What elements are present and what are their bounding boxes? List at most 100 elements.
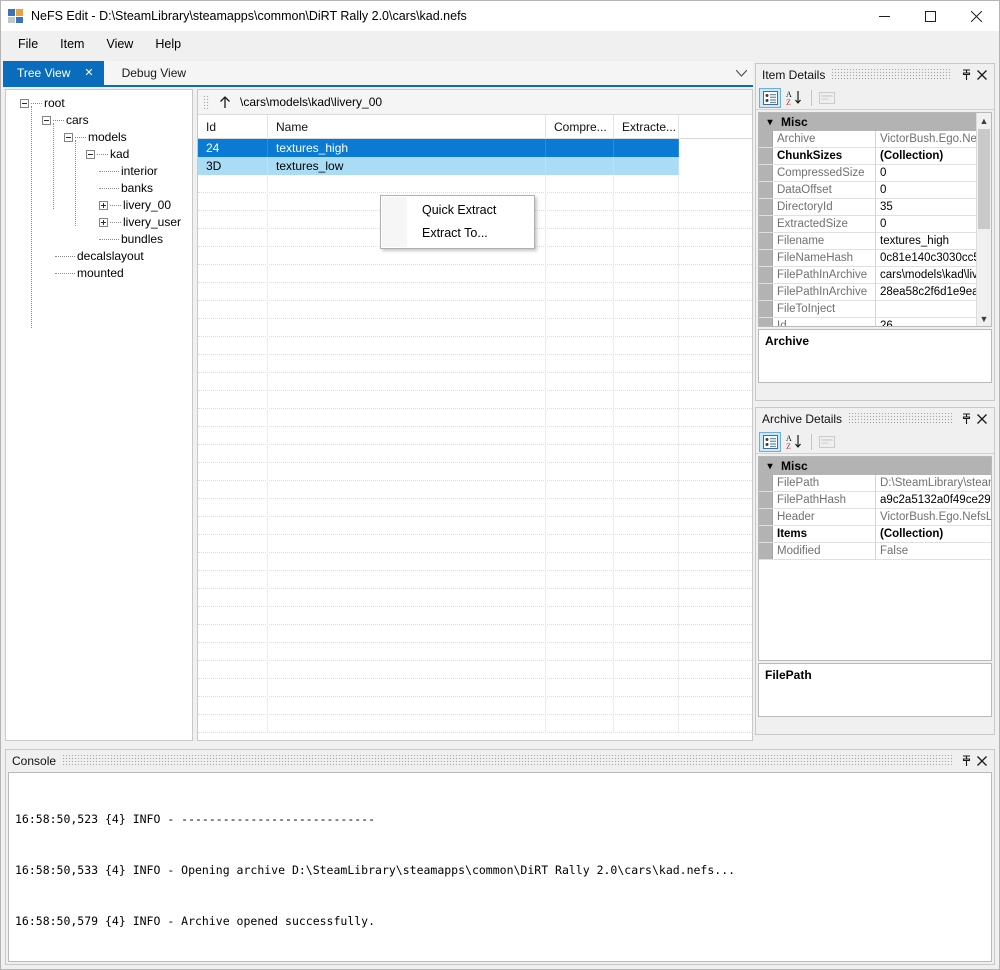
menu-view[interactable]: View — [95, 32, 144, 56]
collapse-box-icon[interactable] — [64, 133, 73, 142]
property-value[interactable]: VictorBush.Ego.NefsLib — [876, 509, 991, 525]
tab-close-icon[interactable]: ✕ — [84, 67, 93, 79]
table-row-empty[interactable] — [198, 553, 752, 571]
alphabetical-sort-button[interactable]: A Z — [783, 88, 805, 108]
table-row-empty[interactable] — [198, 535, 752, 553]
table-row-empty[interactable] — [198, 499, 752, 517]
table-row-empty[interactable] — [198, 571, 752, 589]
categorized-view-button[interactable] — [759, 431, 781, 452]
tree-view-panel[interactable]: root cars models kad interior banks live… — [5, 89, 193, 741]
property-value[interactable]: 0c81e140c3030cc5 — [876, 250, 991, 266]
table-row-empty[interactable] — [198, 445, 752, 463]
table-row-empty[interactable] — [198, 175, 752, 193]
menu-help[interactable]: Help — [144, 32, 192, 56]
pin-icon[interactable] — [958, 410, 974, 428]
table-row-empty[interactable] — [198, 625, 752, 643]
close-icon[interactable] — [974, 66, 990, 84]
menu-item[interactable]: Item — [49, 32, 95, 56]
scroll-down-icon[interactable]: ▼ — [977, 311, 991, 326]
property-row[interactable]: Filename textures_high — [759, 233, 991, 250]
property-row[interactable]: Items (Collection) — [759, 526, 991, 543]
property-category-misc[interactable]: ▾ Misc — [759, 113, 991, 131]
table-row-empty[interactable] — [198, 589, 752, 607]
property-row[interactable]: FilePathInArchive 28ea58c2f6d1e9ea — [759, 284, 991, 301]
tree-node-mounted[interactable]: mounted — [6, 265, 192, 282]
item-details-property-grid[interactable]: ▾ Misc Archive VictorBush.Ego.Nef ChunkS… — [758, 112, 992, 327]
chevron-down-icon[interactable] — [736, 61, 747, 85]
collapse-box-icon[interactable] — [42, 116, 51, 125]
property-row[interactable]: FileNameHash 0c81e140c3030cc5 — [759, 250, 991, 267]
pin-icon[interactable] — [958, 752, 974, 770]
tree-node-root[interactable]: root — [6, 95, 192, 112]
collapse-box-icon[interactable] — [20, 99, 29, 108]
table-row-empty[interactable] — [198, 607, 752, 625]
property-value[interactable]: a9c2a5132a0f49ce290 — [876, 492, 991, 508]
tree-node-interior[interactable]: interior — [6, 163, 192, 180]
property-row[interactable]: FilePathInArchive cars\models\kad\liv — [759, 267, 991, 284]
table-row-empty[interactable] — [198, 481, 752, 499]
property-row[interactable]: ChunkSizes (Collection) — [759, 148, 991, 165]
table-row-empty[interactable] — [198, 283, 752, 301]
close-icon[interactable] — [974, 410, 990, 428]
property-row[interactable]: CompressedSize 0 — [759, 165, 991, 182]
property-row[interactable]: Id 26 — [759, 318, 991, 326]
property-value[interactable]: 26 — [876, 318, 991, 326]
property-value[interactable]: 0 — [876, 165, 991, 181]
panel-grip[interactable] — [62, 755, 952, 767]
table-row-empty[interactable] — [198, 355, 752, 373]
property-value[interactable]: cars\models\kad\liv — [876, 267, 991, 283]
property-grid-scrollbar[interactable]: ▲ ▼ — [976, 113, 991, 326]
property-value[interactable]: 0 — [876, 182, 991, 198]
property-value[interactable]: (Collection) — [876, 526, 991, 542]
property-value[interactable]: 35 — [876, 199, 991, 215]
tree-node-bundles[interactable]: bundles — [6, 231, 192, 248]
property-value[interactable]: VictorBush.Ego.Nef — [876, 131, 991, 147]
table-row-empty[interactable] — [198, 697, 752, 715]
table-row-empty[interactable] — [198, 409, 752, 427]
table-row-empty[interactable] — [198, 715, 752, 733]
menu-file[interactable]: File — [7, 32, 49, 56]
property-row[interactable]: DataOffset 0 — [759, 182, 991, 199]
arrow-up-icon[interactable] — [214, 92, 236, 112]
tree-node-cars[interactable]: cars — [6, 112, 192, 129]
property-value[interactable]: D:\SteamLibrary\steam — [876, 475, 991, 491]
property-value[interactable] — [876, 301, 991, 317]
property-value[interactable]: (Collection) — [876, 148, 991, 164]
categorized-view-button[interactable] — [759, 87, 781, 108]
property-value[interactable]: 0 — [876, 216, 991, 232]
expand-box-icon[interactable] — [99, 218, 108, 227]
table-row-empty[interactable] — [198, 301, 752, 319]
property-row[interactable]: ExtractedSize 0 — [759, 216, 991, 233]
table-row-empty[interactable] — [198, 247, 752, 265]
tree-node-banks[interactable]: banks — [6, 180, 192, 197]
property-value[interactable]: textures_high — [876, 233, 991, 249]
table-row-empty[interactable] — [198, 373, 752, 391]
maximize-button[interactable] — [907, 1, 953, 31]
property-row[interactable]: Archive VictorBush.Ego.Nef — [759, 131, 991, 148]
property-row[interactable]: Header VictorBush.Ego.NefsLib — [759, 509, 991, 526]
scrollbar-thumb[interactable] — [978, 129, 990, 229]
property-pages-button[interactable] — [816, 432, 838, 452]
table-row-empty[interactable] — [198, 391, 752, 409]
tree-node-models[interactable]: models — [6, 129, 192, 146]
chevron-down-icon[interactable]: ▾ — [759, 461, 781, 472]
panel-grip[interactable] — [831, 69, 952, 81]
column-header-compressed[interactable]: Compre... — [546, 115, 614, 139]
table-row-empty[interactable] — [198, 643, 752, 661]
property-row[interactable]: FilePath D:\SteamLibrary\steam — [759, 475, 991, 492]
chevron-down-icon[interactable]: ▾ — [759, 117, 781, 128]
tab-debug-view[interactable]: Debug View — [104, 61, 197, 85]
table-row-empty[interactable] — [198, 427, 752, 445]
property-row[interactable]: Modified False — [759, 543, 991, 560]
column-header-id[interactable]: Id — [198, 115, 268, 139]
tree-node-livery-00[interactable]: livery_00 — [6, 197, 192, 214]
panel-grip[interactable] — [848, 413, 952, 425]
table-row-empty[interactable] — [198, 463, 752, 481]
table-row-empty[interactable] — [198, 265, 752, 283]
table-row-empty[interactable] — [198, 517, 752, 535]
property-row[interactable]: FileToInject — [759, 301, 991, 318]
property-row[interactable]: DirectoryId 35 — [759, 199, 991, 216]
minimize-button[interactable] — [861, 1, 907, 31]
property-pages-button[interactable] — [816, 88, 838, 108]
toolbar-grip[interactable] — [202, 94, 210, 110]
